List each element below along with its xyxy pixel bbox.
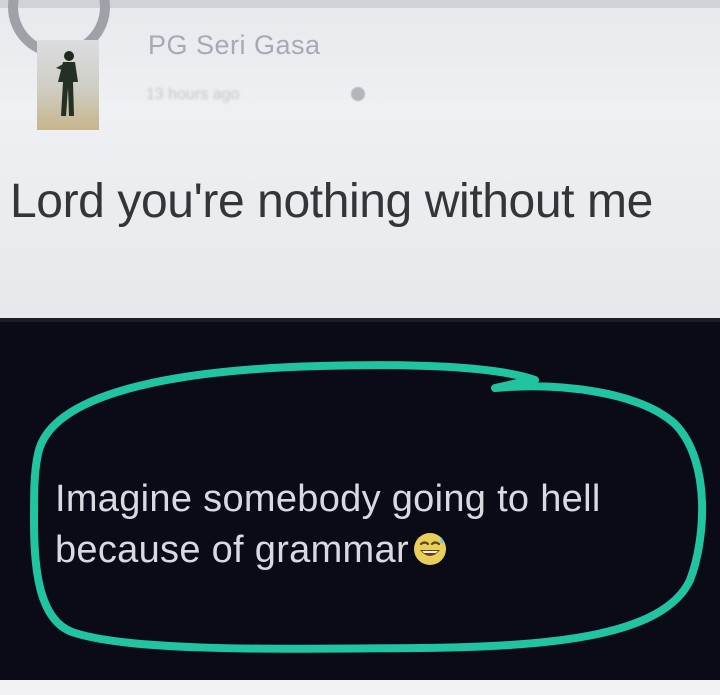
screenshot-frame: PG Seri Gasa 13 hours ago Lord you're no…	[0, 0, 720, 695]
avatar[interactable]	[37, 40, 99, 130]
facebook-post: PG Seri Gasa 13 hours ago Lord you're no…	[0, 0, 720, 318]
comment-text-content: Imagine somebody going to hell because o…	[55, 478, 601, 571]
globe-icon	[351, 87, 365, 101]
comment-text: Imagine somebody going to hell because o…	[55, 474, 695, 576]
author-name[interactable]: PG Seri Gasa	[148, 30, 321, 61]
post-timestamp[interactable]: 13 hours ago	[146, 86, 239, 104]
post-text: Lord you're nothing without me	[10, 175, 653, 228]
bottom-border	[0, 680, 720, 695]
grinning-sweat-emoji-icon	[413, 533, 446, 565]
person-silhouette-icon	[56, 51, 78, 116]
